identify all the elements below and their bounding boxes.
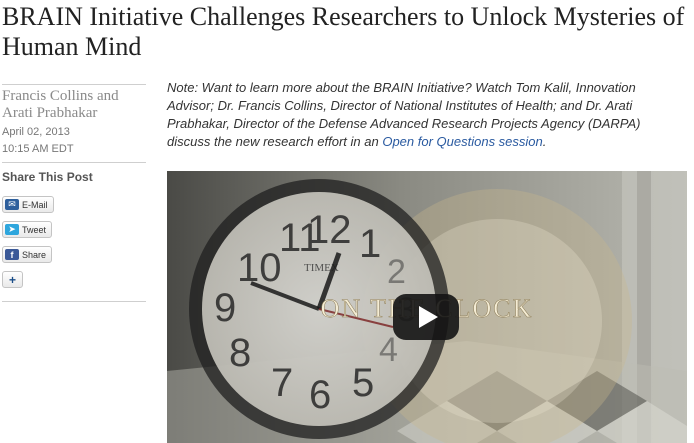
svg-text:12: 12: [307, 208, 352, 252]
open-for-questions-link[interactable]: Open for Questions session: [382, 134, 542, 149]
svg-text:2: 2: [387, 253, 406, 291]
play-button[interactable]: [393, 294, 459, 340]
facebook-icon: f: [5, 249, 19, 260]
more-share-button[interactable]: +: [2, 271, 23, 288]
author-byline: Francis Collins and Arati Prabhakar: [2, 88, 119, 121]
plus-icon: +: [8, 272, 16, 287]
svg-text:9: 9: [214, 286, 236, 330]
tweet-label: Tweet: [22, 224, 47, 235]
twitter-bird-icon: ➤: [5, 224, 19, 235]
svg-text:8: 8: [229, 331, 251, 375]
svg-text:7: 7: [271, 361, 293, 405]
post-time: 10:15 AM EDT: [2, 143, 74, 155]
video-player[interactable]: 11 12 1 10 9 8 7 6 5 TIMEX 2 3 4 ON THE …: [167, 171, 687, 443]
svg-text:5: 5: [352, 361, 374, 405]
envelope-icon: ✉: [5, 199, 19, 210]
facebook-share-label: Share: [22, 249, 47, 260]
share-heading: Share This Post: [2, 170, 93, 184]
svg-text:4: 4: [379, 331, 398, 369]
note-end: .: [542, 134, 547, 149]
tweet-button[interactable]: ➤ Tweet: [2, 221, 53, 238]
email-share-button[interactable]: ✉ E-Mail: [2, 196, 54, 213]
post-date: April 02, 2013: [2, 126, 70, 138]
sidebar-bottom-divider: [2, 301, 146, 302]
sidebar-middle-divider: [2, 162, 146, 163]
email-share-label: E-Mail: [22, 199, 48, 210]
svg-text:10: 10: [237, 246, 282, 290]
sidebar-top-divider: [2, 84, 146, 85]
article-title: BRAIN Initiative Challenges Researchers …: [2, 2, 685, 61]
svg-text:1: 1: [359, 222, 381, 266]
facebook-share-button[interactable]: f Share: [2, 246, 53, 263]
svg-text:6: 6: [309, 373, 331, 417]
editor-note: Note: Want to learn more about the BRAIN…: [167, 79, 679, 151]
play-icon: [419, 306, 438, 328]
